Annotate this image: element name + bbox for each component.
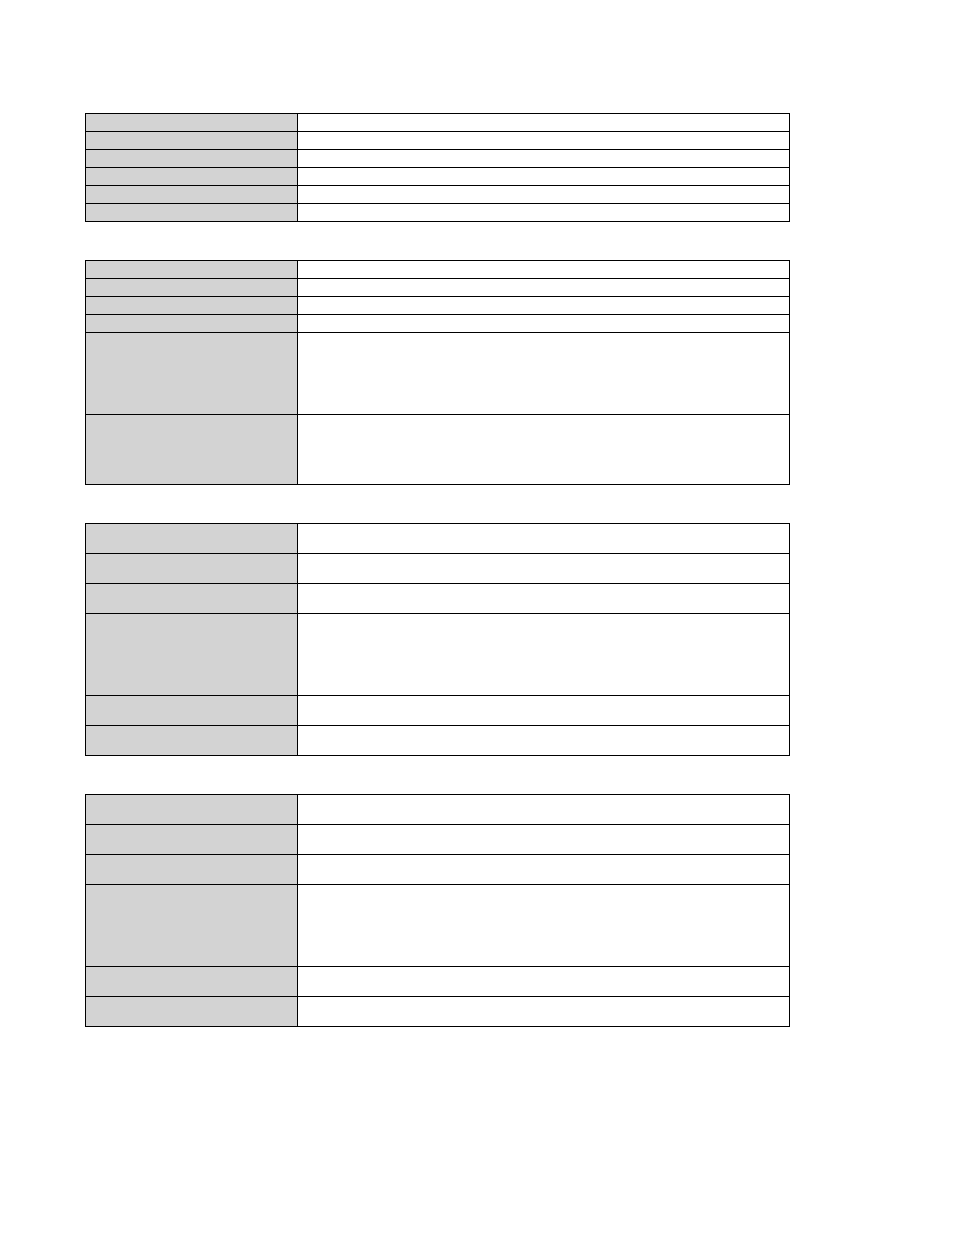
row-label [86,132,298,150]
table-row [86,554,790,584]
table-row [86,279,790,297]
row-value [298,554,790,584]
table-row [86,204,790,222]
row-label [86,204,298,222]
table-row [86,997,790,1027]
row-label [86,150,298,168]
table-row [86,885,790,967]
row-value [298,524,790,554]
row-label [86,261,298,279]
table-row [86,297,790,315]
form-table-3 [85,523,790,756]
row-value [298,297,790,315]
row-value [298,168,790,186]
table-row [86,150,790,168]
row-value [298,855,790,885]
row-value [298,415,790,485]
row-label [86,795,298,825]
row-label [86,726,298,756]
row-label [86,168,298,186]
row-label [86,114,298,132]
row-value [298,186,790,204]
table-row [86,186,790,204]
row-label [86,696,298,726]
table-row [86,614,790,696]
row-value [298,333,790,415]
table-row [86,168,790,186]
table-row [86,114,790,132]
row-value [298,114,790,132]
row-label [86,825,298,855]
row-label [86,554,298,584]
row-value [298,885,790,967]
row-label [86,855,298,885]
row-value [298,825,790,855]
table-row [86,795,790,825]
row-label [86,279,298,297]
row-value [298,614,790,696]
row-label [86,186,298,204]
row-value [298,584,790,614]
row-label [86,967,298,997]
row-value [298,726,790,756]
table-row [86,415,790,485]
table-row [86,825,790,855]
row-label [86,614,298,696]
row-value [298,315,790,333]
row-label [86,524,298,554]
row-value [298,279,790,297]
row-value [298,150,790,168]
row-value [298,696,790,726]
table-row [86,333,790,415]
row-label [86,885,298,967]
table-row [86,696,790,726]
row-label [86,315,298,333]
table-row [86,855,790,885]
form-table-1 [85,113,790,222]
form-table-2 [85,260,790,485]
row-value [298,204,790,222]
table-row [86,584,790,614]
row-value [298,795,790,825]
row-label [86,333,298,415]
row-label [86,997,298,1027]
form-table-4 [85,794,790,1027]
table-row [86,261,790,279]
document-page [0,0,954,1027]
row-value [298,997,790,1027]
row-label [86,297,298,315]
row-value [298,967,790,997]
table-row [86,132,790,150]
table-row [86,315,790,333]
row-value [298,132,790,150]
row-label [86,584,298,614]
table-row [86,524,790,554]
table-row [86,726,790,756]
row-value [298,261,790,279]
table-row [86,967,790,997]
row-label [86,415,298,485]
